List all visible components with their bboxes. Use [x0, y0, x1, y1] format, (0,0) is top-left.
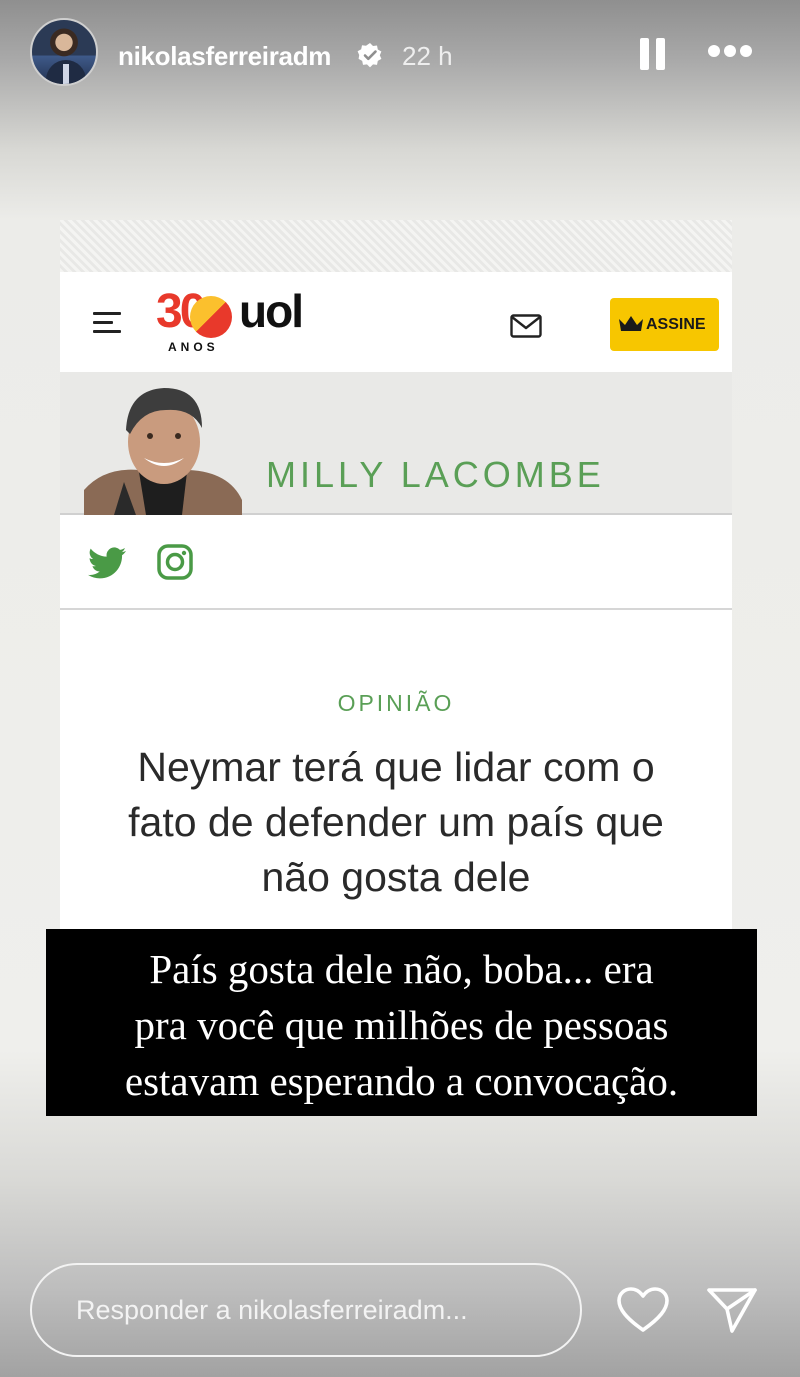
caption-line: País gosta dele não, boba... era — [149, 946, 654, 992]
story-time: 22 h — [402, 41, 453, 71]
reply-input[interactable] — [30, 1263, 582, 1357]
more-dot — [740, 45, 752, 57]
caption-line: pra você que milhões de pessoas — [134, 1002, 669, 1048]
story-caption: País gosta dele não, boba... era pra voc… — [46, 929, 757, 1116]
mail-icon — [510, 314, 542, 338]
subscribe-label: ASSINE — [646, 316, 706, 333]
uol-header: 30 uol ANOS ASSINE — [60, 272, 732, 372]
twitter-icon — [88, 547, 126, 579]
logo-brand: uol — [239, 285, 304, 337]
menu-line — [93, 312, 121, 315]
pause-icon[interactable] — [640, 38, 666, 70]
author-name: MILLY LACOMBE — [266, 454, 605, 495]
pause-bar-left — [640, 38, 649, 70]
article-headline: Neymar terá que lidar com o fato de defe… — [60, 740, 732, 905]
crown-icon — [619, 316, 643, 331]
verified-badge-icon — [357, 43, 382, 68]
logo-sun-icon — [190, 296, 232, 338]
send-icon[interactable] — [706, 1286, 758, 1334]
subscribe-button: ASSINE — [610, 298, 719, 351]
instagram-icon — [157, 544, 193, 580]
more-dot — [708, 45, 720, 57]
more-options-icon[interactable] — [706, 45, 754, 61]
headline-line: fato de defender um país que — [128, 799, 664, 845]
screenshot-top-edge — [60, 220, 732, 272]
avatar[interactable] — [30, 18, 98, 86]
article-screenshot: 30 uol ANOS ASSINE MILLY LACOMBE OPINIÃO… — [60, 272, 732, 932]
menu-line — [93, 330, 121, 333]
author-photo — [84, 372, 242, 515]
story-username[interactable]: nikolasferreiradm — [118, 41, 331, 72]
pause-bar-right — [656, 38, 665, 70]
menu-icon — [93, 312, 121, 334]
section-label: OPINIÃO — [337, 690, 455, 716]
logo-sub: ANOS — [168, 340, 219, 354]
headline-line: não gosta dele — [261, 854, 531, 900]
menu-line — [93, 321, 113, 324]
more-dot — [724, 45, 736, 57]
caption-line: estavam esperando a convocação. — [124, 1058, 679, 1104]
headline-line: Neymar terá que lidar com o — [137, 744, 655, 790]
social-links — [60, 515, 732, 610]
avatar-tie — [63, 64, 69, 84]
author-band: MILLY LACOMBE — [60, 372, 732, 515]
uol-logo: 30 uol ANOS — [156, 285, 326, 360]
heart-icon[interactable] — [616, 1286, 670, 1334]
story-header: nikolasferreiradm 22 h — [0, 0, 800, 110]
